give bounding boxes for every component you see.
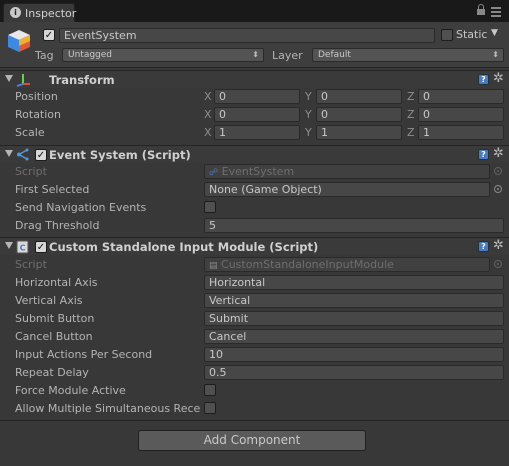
event-system-enabled-checkbox[interactable]: ✓ [35,149,47,161]
scale-y-axis[interactable]: Y [305,126,312,139]
scale-z-field[interactable]: 1 [418,125,504,140]
transform-axes-icon [16,74,30,87]
info-icon: i [10,7,21,18]
layer-dropdown-arrow: ⬍ [492,50,499,59]
position-y-field[interactable]: 0 [316,89,402,104]
tag-value: Untagged [68,50,113,60]
rotation-z-field[interactable]: 0 [418,107,504,122]
layer-label: Layer [272,49,303,62]
input-module-script-field: ▤ CustomStandaloneInputModule [204,257,490,272]
horizontal-axis-field[interactable]: Horizontal [204,275,504,290]
scale-z-axis[interactable]: Z [407,126,415,139]
rotation-y-axis[interactable]: Y [305,108,312,121]
rotation-x-field[interactable]: 0 [214,107,300,122]
script-icon: C [16,240,29,254]
input-module-help-icon[interactable]: ? [478,241,489,252]
input-module-gear-icon[interactable]: ✲ [493,239,504,253]
allow-multiple-touches-label: Allow Multiple Simultaneous Rece [15,402,201,415]
event-system-help-icon[interactable]: ? [478,149,489,160]
scale-y-field[interactable]: 1 [316,125,402,140]
add-component-button[interactable]: Add Component [138,430,366,451]
transform-gear-icon[interactable]: ✲ [493,72,504,86]
position-y-axis[interactable]: Y [305,90,312,103]
repeat-delay-label: Repeat Delay [15,366,89,379]
transform-foldout-icon[interactable] [5,75,13,82]
event-system-icon [17,148,29,161]
force-module-active-label: Force Module Active [15,384,126,397]
layer-value: Default [318,50,351,60]
input-module-foldout-icon[interactable] [5,242,13,249]
gameobject-header: ✓ EventSystem Static ▼ Tag Untagged ⬍ La… [0,22,509,68]
gameobject-cube-icon [8,30,30,52]
scale-x-field[interactable]: 1 [214,125,300,140]
svg-text:C: C [20,244,26,253]
tag-label: Tag [35,49,54,62]
layer-dropdown[interactable]: Default ⬍ [312,48,504,62]
event-system-gear-icon[interactable]: ✲ [493,147,504,161]
static-checkbox[interactable] [441,29,453,41]
input-actions-per-second-field[interactable]: 10 [204,347,504,362]
scale-label: Scale [15,126,45,139]
static-dropdown-arrow[interactable]: ▼ [491,28,498,38]
menu-icon[interactable] [491,7,501,17]
send-navigation-events-checkbox[interactable] [204,201,216,213]
submit-button-label: Submit Button [15,312,95,325]
vertical-axis-label: Vertical Axis [15,294,83,307]
cancel-button-field[interactable]: Cancel [204,329,504,344]
event-system-script-label: Script [15,165,47,178]
static-label: Static [456,28,488,41]
position-z-field[interactable]: 0 [418,89,504,104]
event-system-script-picker-icon [494,167,502,175]
send-navigation-events-label: Send Navigation Events [15,201,147,214]
horizontal-axis-label: Horizontal Axis [15,276,98,289]
component-divider [0,420,509,421]
tab-bar: i Inspector [0,0,509,22]
position-x-field[interactable]: 0 [214,89,300,104]
tag-dropdown[interactable]: Untagged ⬍ [62,48,264,62]
first-selected-picker-icon[interactable] [494,185,502,193]
tag-dropdown-arrow: ⬍ [252,50,259,59]
transform-header[interactable]: Transform ? ✲ [0,70,509,88]
drag-threshold-field[interactable]: 5 [204,218,504,233]
input-module-script-picker-icon [494,260,502,268]
input-module-script-label: Script [15,258,47,271]
input-module-title: Custom Standalone Input Module (Script) [49,240,319,254]
transform-help-icon[interactable]: ? [478,74,489,85]
script-file-icon: ▤ [209,261,218,271]
first-selected-label: First Selected [15,183,90,196]
submit-button-field[interactable]: Submit [204,311,504,326]
input-actions-per-second-label: Input Actions Per Second [15,348,153,361]
transform-title: Transform [49,73,115,87]
input-module-enabled-checkbox[interactable]: ✓ [35,241,47,253]
position-label: Position [15,90,58,103]
repeat-delay-field[interactable]: 0.5 [204,365,504,380]
input-module-script-value: CustomStandaloneInputModule [221,258,394,271]
force-module-active-checkbox[interactable] [204,384,216,396]
position-x-axis[interactable]: X [204,90,212,103]
event-system-title: Event System (Script) [49,148,191,162]
drag-threshold-label: Drag Threshold [15,219,100,232]
rotation-z-axis[interactable]: Z [407,108,415,121]
rotation-y-field[interactable]: 0 [316,107,402,122]
scale-x-axis[interactable]: X [204,126,212,139]
rotation-label: Rotation [15,108,62,121]
rotation-x-axis[interactable]: X [204,108,212,121]
tab-inspector-label: Inspector [25,7,77,20]
lock-icon[interactable] [477,4,485,15]
event-system-script-field: ☍ EventSystem [204,164,490,179]
first-selected-field[interactable]: None (Game Object) [204,182,490,197]
event-system-foldout-icon[interactable] [5,150,13,157]
event-system-script-value: EventSystem [221,165,295,178]
input-module-header[interactable]: C ✓ Custom Standalone Input Module (Scri… [0,237,509,255]
gameobject-name-field[interactable]: EventSystem [59,28,435,43]
allow-multiple-touches-checkbox[interactable] [204,402,216,414]
cancel-button-label: Cancel Button [15,330,93,343]
vertical-axis-field[interactable]: Vertical [204,293,504,308]
position-z-axis[interactable]: Z [407,90,415,103]
tab-inspector[interactable]: i Inspector [3,3,77,22]
event-system-header[interactable]: ✓ Event System (Script) ? ✲ [0,145,509,163]
script-file-icon: ☍ [209,168,219,178]
gameobject-active-checkbox[interactable]: ✓ [43,29,55,41]
